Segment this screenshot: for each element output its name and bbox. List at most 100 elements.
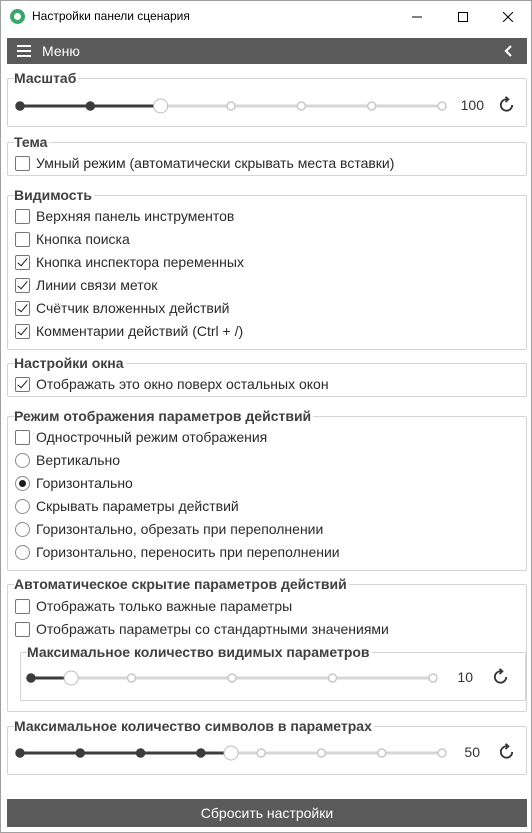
important-only-option[interactable]: Отображать только важные параметры — [15, 596, 292, 616]
smart-mode-checkbox[interactable] — [15, 155, 30, 171]
default-values-label: Отображать параметры со стандартными зна… — [36, 621, 389, 637]
maximize-button[interactable] — [440, 1, 486, 32]
radio-vertical-option[interactable]: Вертикально — [15, 450, 120, 470]
chevron-left-icon[interactable] — [502, 44, 516, 58]
slider-track-svg[interactable] — [26, 668, 438, 688]
slider-stop — [226, 101, 236, 111]
visibility-option-inspector[interactable]: Кнопка инспектора переменных — [15, 252, 244, 272]
max-visible-slider[interactable] — [26, 668, 438, 688]
scale-group: Масштаб 100 — [7, 70, 527, 127]
menu-label: Меню — [42, 43, 80, 59]
truncate-radio[interactable] — [15, 521, 30, 537]
important-only-label: Отображать только важные параметры — [36, 598, 293, 614]
visibility-option-counter[interactable]: Счётчик вложенных действий — [15, 298, 229, 318]
on-top-option[interactable]: Отображать это окно поверх остальных око… — [15, 374, 329, 394]
maximize-icon — [458, 11, 468, 22]
search-button-label: Кнопка поиска — [36, 231, 130, 247]
smart-mode-label: Умный режим (автоматически скрывать мест… — [36, 155, 395, 171]
radio-horizontal-option[interactable]: Горизонтально — [15, 473, 133, 493]
scale-value: 100 — [460, 97, 484, 113]
max-visible-value: 10 — [457, 669, 473, 685]
max-chars-legend: Максимальное количество символов в парам… — [14, 718, 374, 734]
minimize-icon — [412, 16, 422, 17]
inspector-checkbox[interactable] — [15, 254, 30, 270]
slider-stop — [15, 748, 25, 758]
visibility-legend: Видимость — [14, 187, 94, 203]
slider-stop — [135, 748, 146, 758]
vertical-radio[interactable] — [15, 452, 30, 468]
default-values-option[interactable]: Отображать параметры со стандартными зна… — [15, 619, 389, 639]
radio-hide-option[interactable]: Скрывать параметры действий — [15, 496, 239, 516]
on-top-checkbox[interactable] — [15, 376, 30, 392]
label-lines-label: Линии связи меток — [36, 277, 158, 293]
param-display-legend: Режим отображения параметров действий — [14, 408, 314, 424]
max-chars-slider[interactable] — [15, 743, 447, 763]
slider-stop — [227, 673, 237, 683]
slider-stop — [256, 748, 266, 758]
slider-stop — [26, 673, 36, 683]
slider-stop — [196, 748, 206, 758]
reset-settings-button[interactable]: Сбросить настройки — [7, 799, 527, 827]
smart-mode-option[interactable]: Умный режим (автоматически скрывать мест… — [15, 153, 394, 173]
close-button[interactable] — [485, 1, 531, 32]
menu-bar[interactable]: Меню — [7, 38, 527, 64]
reset-max-chars-icon[interactable] — [498, 743, 516, 761]
slider-stop — [126, 673, 137, 683]
truncate-label: Горизонтально, обрезать при переполнении — [36, 521, 324, 537]
scale-slider[interactable] — [15, 96, 447, 116]
app-gear-icon — [10, 9, 25, 24]
wrap-radio[interactable] — [15, 544, 30, 560]
auto-hide-group: Автоматическое скрытие параметров действ… — [7, 576, 527, 712]
slider-stop — [376, 748, 387, 758]
max-chars-value: 50 — [464, 744, 480, 760]
window-settings-group: Настройки окна Отображать это окно повер… — [7, 355, 527, 397]
wrap-label: Горизонтально, переносить при переполнен… — [36, 544, 340, 560]
label-lines-checkbox[interactable] — [15, 277, 30, 293]
important-only-checkbox[interactable] — [15, 598, 30, 614]
horizontal-label: Горизонтально — [36, 475, 133, 491]
hamburger-menu-icon[interactable] — [17, 45, 31, 57]
toolbar-checkbox[interactable] — [15, 208, 30, 224]
max-visible-subgroup: Максимальное количество видимых параметр… — [20, 644, 526, 701]
slider-track-svg[interactable] — [15, 743, 447, 763]
counter-checkbox[interactable] — [15, 300, 30, 316]
visibility-option-toolbar[interactable]: Верхняя панель инструментов — [15, 206, 234, 226]
slider-stop — [296, 101, 307, 111]
slider-stop — [327, 673, 338, 683]
theme-legend: Тема — [14, 134, 50, 150]
param-display-group: Режим отображения параметров действий Од… — [7, 408, 527, 571]
slider-thumb[interactable] — [153, 98, 169, 114]
default-values-checkbox[interactable] — [15, 621, 30, 637]
max-visible-legend: Максимальное количество видимых параметр… — [27, 644, 372, 660]
scale-legend: Масштаб — [14, 70, 79, 86]
single-line-option[interactable]: Однострочный режим отображения — [15, 427, 267, 447]
reset-max-visible-icon[interactable] — [492, 668, 510, 686]
slider-thumb[interactable] — [63, 670, 79, 686]
slider-stop — [75, 748, 86, 758]
visibility-option-label-lines[interactable]: Линии связи меток — [15, 275, 157, 295]
slider-track-svg[interactable] — [15, 96, 447, 116]
theme-group: Тема Умный режим (автоматически скрывать… — [7, 134, 527, 176]
visibility-option-search[interactable]: Кнопка поиска — [15, 229, 130, 249]
minimize-button[interactable] — [394, 1, 440, 32]
horizontal-radio[interactable] — [15, 475, 30, 491]
radio-truncate-option[interactable]: Горизонтально, обрезать при переполнении — [15, 519, 323, 539]
hide-params-radio[interactable] — [15, 498, 30, 514]
title-bar[interactable]: Настройки панели сценария — [1, 1, 531, 32]
visibility-option-comments[interactable]: Комментарии действий (Ctrl + /) — [15, 321, 243, 341]
max-chars-group: Максимальное количество символов в парам… — [7, 718, 527, 775]
comments-label: Комментарии действий (Ctrl + /) — [36, 323, 244, 339]
search-button-checkbox[interactable] — [15, 231, 30, 247]
single-line-label: Однострочный режим отображения — [36, 429, 268, 445]
slider-stop — [366, 101, 377, 111]
radio-wrap-option[interactable]: Горизонтально, переносить при переполнен… — [15, 542, 340, 562]
close-icon — [503, 11, 513, 22]
single-line-checkbox[interactable] — [15, 429, 30, 445]
slider-thumb[interactable] — [223, 745, 239, 761]
comments-checkbox[interactable] — [15, 323, 30, 339]
inspector-label: Кнопка инспектора переменных — [36, 254, 244, 270]
reset-scale-icon[interactable] — [498, 96, 516, 114]
slider-stop — [316, 748, 327, 758]
counter-label: Счётчик вложенных действий — [36, 300, 230, 316]
vertical-label: Вертикально — [36, 452, 121, 468]
